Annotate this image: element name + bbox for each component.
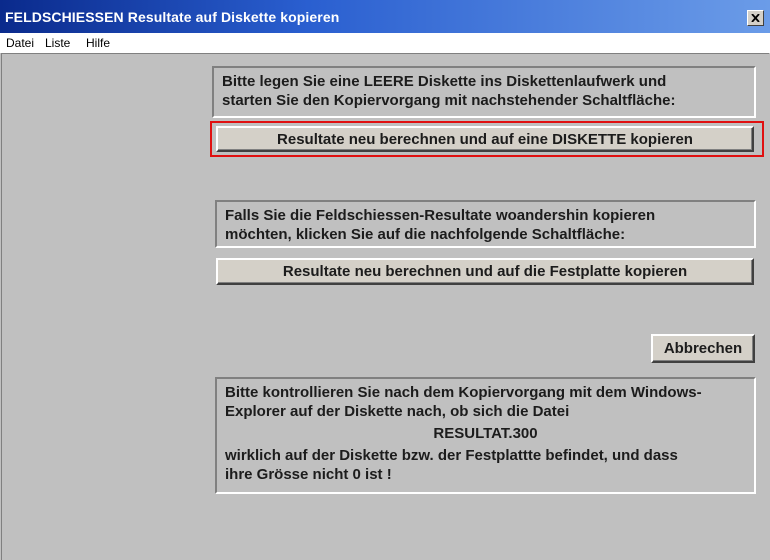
- festplatte-instruction-box: Falls Sie die Feldschiessen-Resultate wo…: [215, 200, 756, 248]
- window-title: FELDSCHIESSEN Resultate auf Diskette kop…: [5, 9, 340, 25]
- title-bar[interactable]: FELDSCHIESSEN Resultate auf Diskette kop…: [0, 0, 770, 33]
- diskette-instruction-line2: starten Sie den Kopiervorgang mit nachst…: [222, 92, 676, 109]
- copy-to-diskette-button[interactable]: Resultate neu berechnen und auf eine DIS…: [216, 126, 754, 152]
- note-box: Bitte kontrollieren Sie nach dem Kopierv…: [215, 377, 756, 494]
- festplatte-instruction-line1: Falls Sie die Feldschiessen-Resultate wo…: [225, 207, 656, 224]
- note-filename: RESULTAT.300: [433, 425, 538, 442]
- note-line1: Bitte kontrollieren Sie nach dem Kopierv…: [225, 384, 702, 401]
- diskette-instruction-line1: Bitte legen Sie eine LEERE Diskette ins …: [222, 73, 667, 90]
- menu-datei[interactable]: Datei: [6, 36, 34, 50]
- note-line3: wirklich auf der Diskette bzw. der Festp…: [225, 447, 678, 464]
- application-window: FELDSCHIESSEN Resultate auf Diskette kop…: [0, 0, 770, 560]
- close-icon: [751, 14, 760, 22]
- note-line4: ihre Grösse nicht 0 ist !: [225, 466, 392, 483]
- copy-to-festplatte-button[interactable]: Resultate neu berechnen und auf die Fest…: [216, 258, 754, 285]
- cancel-button[interactable]: Abbrechen: [651, 334, 755, 363]
- menu-liste[interactable]: Liste: [45, 36, 70, 50]
- festplatte-instruction-line2: möchten, klicken Sie auf die nachfolgend…: [225, 226, 626, 243]
- diskette-instruction-box: Bitte legen Sie eine LEERE Diskette ins …: [212, 66, 756, 118]
- note-line2: Explorer auf der Diskette nach, ob sich …: [225, 403, 570, 420]
- menu-hilfe[interactable]: Hilfe: [86, 36, 110, 50]
- menu-bar: Datei Liste Hilfe: [0, 33, 770, 53]
- close-button[interactable]: [747, 10, 764, 26]
